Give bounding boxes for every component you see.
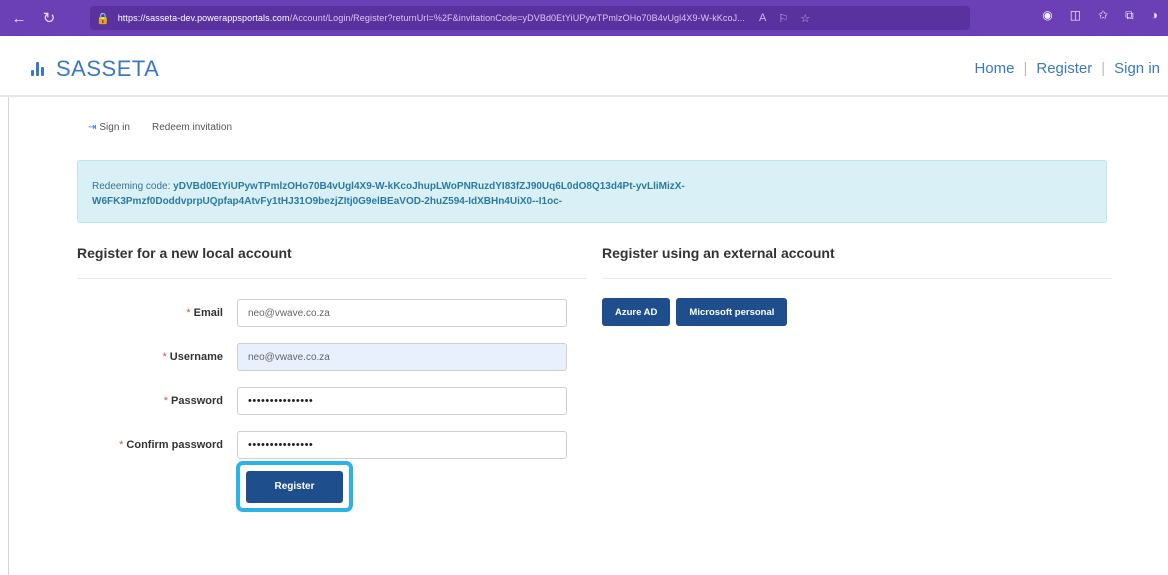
refresh-icon[interactable]: ↻ xyxy=(38,7,60,29)
extension-icon[interactable]: ◉ xyxy=(1042,8,1052,23)
microsoft-personal-button[interactable]: Microsoft personal xyxy=(676,298,788,326)
required-marker: * xyxy=(119,439,124,451)
read-aloud-icon[interactable]: A xyxy=(759,12,766,25)
back-arrow-icon[interactable]: ← xyxy=(8,7,30,29)
password-field[interactable] xyxy=(237,387,567,415)
username-label-text: Username xyxy=(169,351,223,363)
email-field[interactable] xyxy=(237,299,567,327)
confirm-password-label-text: Confirm password xyxy=(126,439,223,451)
password-row: * Password xyxy=(77,386,587,416)
username-field[interactable] xyxy=(237,343,567,371)
external-provider-buttons: Azure AD Microsoft personal xyxy=(602,298,788,326)
password-label: * Password xyxy=(77,395,237,407)
local-account-heading: Register for a new local account xyxy=(77,245,292,261)
divider xyxy=(602,278,1112,279)
brand-logo[interactable]: SASSETA xyxy=(30,56,159,82)
external-account-heading: Register using an external account xyxy=(602,245,835,261)
url-text: https://sasseta-dev.powerappsportals.com… xyxy=(118,13,745,23)
profile-icon[interactable]: ◑ xyxy=(1151,8,1158,23)
sign-in-icon: ⇥ xyxy=(88,122,97,133)
tab-redeem-invitation-label: Redeem invitation xyxy=(151,122,233,133)
nav-home-link[interactable]: Home xyxy=(974,60,1014,77)
url-host: https://sasseta-dev.powerappsportals.com xyxy=(117,13,290,23)
azure-ad-button[interactable]: Azure AD xyxy=(602,298,671,326)
register-button-highlight: Register xyxy=(236,461,353,512)
nav-register-link[interactable]: Register xyxy=(1036,60,1092,77)
page-edge xyxy=(8,97,9,575)
site-header: SASSETA Home | Register | Sign in xyxy=(0,36,1168,97)
account-tabs: ⇥ Sign in Redeem invitation xyxy=(88,122,232,133)
nav-sign-in-link[interactable]: Sign in xyxy=(1114,60,1160,77)
collections-icon[interactable]: ⧉ xyxy=(1125,8,1134,23)
tab-redeem-invitation[interactable]: Redeem invitation xyxy=(152,122,232,133)
username-row: * Username xyxy=(77,342,587,372)
invitation-code-line-1: yDVBd0EtYiUPywTPmlzOHo70B4vUgl4X9-W-kKco… xyxy=(173,181,685,192)
brand-icon xyxy=(30,60,48,78)
password-label-text: Password xyxy=(171,395,223,407)
username-label: * Username xyxy=(77,351,237,363)
nav-separator: | xyxy=(1101,60,1106,77)
nav-separator: | xyxy=(1023,60,1028,77)
email-label-text: Email xyxy=(193,307,223,319)
confirm-password-field[interactable] xyxy=(237,431,567,459)
divider xyxy=(77,278,587,279)
required-marker: * xyxy=(163,395,169,407)
confirm-password-label: * Confirm password xyxy=(77,439,237,451)
address-bar[interactable]: 🔒 https://sasseta-dev.powerappsportals.c… xyxy=(90,6,970,30)
url-path: /Account/Login/Register?returnUrl=%2F&in… xyxy=(289,13,746,23)
lock-icon: 🔒 xyxy=(96,12,110,25)
favorite-star-icon[interactable]: ☆ xyxy=(800,12,810,25)
alert-prefix: Redeeming code: xyxy=(92,181,171,192)
email-row: * Email xyxy=(77,298,587,328)
favorites-icon[interactable]: ✩ xyxy=(1098,8,1108,23)
browser-toolbar: ← ↻ 🔒 https://sasseta-dev.powerappsporta… xyxy=(0,0,1168,36)
translate-icon[interactable]: ⚐ xyxy=(778,12,788,25)
brand-name: SASSETA xyxy=(56,56,160,81)
email-label: * Email xyxy=(77,307,237,319)
header-nav: Home | Register | Sign in xyxy=(974,60,1160,77)
register-button[interactable]: Register xyxy=(246,470,343,503)
required-marker: * xyxy=(186,307,191,319)
tab-sign-in-label: Sign in xyxy=(99,122,130,133)
tab-sign-in[interactable]: ⇥ Sign in xyxy=(88,122,130,133)
confirm-password-row: * Confirm password xyxy=(77,430,587,460)
required-marker: * xyxy=(162,351,167,363)
invitation-code-line-2: W6FK3Pmzf0DoddvprpUQpfap4AtvFy1tHJ31O9be… xyxy=(92,196,563,207)
redeeming-code-alert: Redeeming code: yDVBd0EtYiUPywTPmlzOHo70… xyxy=(77,160,1107,223)
split-screen-icon[interactable]: ◫ xyxy=(1070,8,1081,23)
